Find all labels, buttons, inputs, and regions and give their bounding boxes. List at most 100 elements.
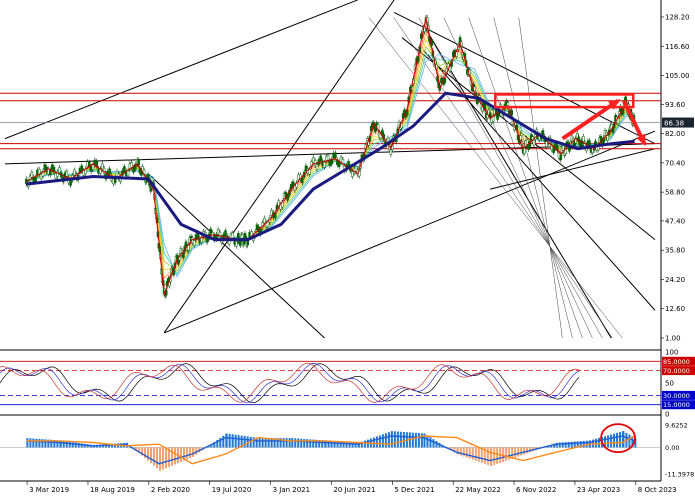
macd-bar — [66, 441, 68, 447]
candle-body — [390, 150, 392, 155]
date-tick-label: 8 Oct 2023 — [638, 486, 677, 494]
macd-bar — [29, 438, 31, 447]
macd-bar — [26, 438, 28, 447]
candle-body — [301, 178, 303, 183]
macd-bar — [150, 447, 152, 463]
macd-bar — [382, 434, 384, 447]
date-tick-label: 2 Feb 2020 — [151, 486, 190, 494]
candle-body — [232, 233, 234, 238]
candle-body — [31, 172, 33, 177]
macd-bar — [189, 447, 191, 458]
macd-bar — [286, 438, 288, 447]
macd-bar — [568, 442, 570, 448]
macd-bar — [32, 439, 34, 448]
macd-bar — [379, 435, 381, 447]
date-tick-label: 22 May 2022 — [455, 486, 501, 494]
macd-bar — [475, 447, 477, 460]
macd-bar — [429, 437, 431, 447]
macd-bar — [259, 438, 261, 447]
macd-bar — [502, 447, 504, 461]
candle-body — [193, 240, 195, 245]
macd-bar — [472, 447, 474, 459]
candle-body — [334, 153, 336, 158]
macd-bar — [394, 431, 396, 447]
macd-bar — [35, 439, 37, 448]
price-tick-label: 128.20 — [665, 14, 690, 22]
macd-bar — [403, 432, 405, 447]
macd-bar — [426, 435, 428, 447]
macd-bar — [391, 431, 393, 447]
macd-bar — [268, 438, 270, 447]
date-tick-label: 6 Nov 2022 — [516, 486, 556, 494]
price-tick-label: 1.00 — [665, 335, 681, 343]
rsi-tick-label: 50 — [665, 380, 674, 388]
macd-bar — [165, 447, 167, 468]
candle-body — [320, 156, 322, 161]
macd-bar — [619, 432, 621, 447]
chart-area: 10085.000070.00005030.000015.00000 9.625… — [0, 0, 695, 495]
candle-body — [338, 162, 340, 167]
candle-body — [109, 169, 111, 174]
macd-tick-label: 9.6252 — [665, 422, 688, 430]
macd-bar — [75, 443, 77, 448]
macd-bar — [460, 447, 462, 455]
macd-bar — [490, 447, 492, 466]
macd-bar — [235, 435, 237, 448]
candle-body — [66, 171, 68, 176]
macd-bar — [352, 442, 354, 447]
macd-bar — [520, 447, 522, 455]
date-tick-label: 23 Apr 2023 — [577, 486, 620, 494]
macd-bar — [487, 447, 489, 464]
date-tick-label: 20 Jun 2021 — [333, 486, 375, 494]
macd-bar — [463, 447, 465, 456]
price-tick-label: 93.60 — [665, 101, 685, 109]
macd-bar — [598, 438, 600, 448]
macd-bar — [397, 432, 399, 448]
macd-bar — [478, 447, 480, 461]
candle-body — [348, 161, 350, 166]
candle-body — [533, 140, 535, 145]
candle-body — [274, 213, 276, 218]
macd-bar — [69, 442, 71, 448]
macd-tick-label: -11.3978 — [665, 471, 694, 479]
macd-bar — [514, 447, 516, 457]
macd-bar — [171, 447, 173, 465]
macd-bar — [373, 437, 375, 447]
macd-bar — [400, 432, 402, 448]
macd-bar — [583, 441, 585, 448]
macd-bar — [222, 436, 224, 448]
macd-bar — [253, 437, 255, 447]
macd-bar — [72, 442, 74, 447]
macd-bar — [574, 442, 576, 448]
macd-bar — [186, 447, 188, 459]
rsi-tick-label: 0 — [665, 411, 669, 419]
date-tick-label: 19 Jul 2020 — [212, 486, 252, 494]
macd-bar — [291, 438, 293, 447]
candle-body — [70, 180, 72, 185]
price-tick-label: 35.80 — [665, 247, 685, 255]
candle-body — [560, 155, 562, 160]
macd-bar — [355, 443, 357, 448]
macd-bar — [229, 434, 231, 448]
macd-bar — [415, 433, 417, 448]
macd-bar — [526, 447, 528, 453]
macd-tick-label: 0.00 — [665, 444, 679, 452]
macd-bar — [432, 439, 434, 447]
candle-body — [523, 148, 525, 153]
candle-body — [309, 169, 311, 174]
price-tick-label: 47.40 — [665, 217, 685, 225]
macd-bar — [385, 433, 387, 447]
page-background — [0, 0, 695, 495]
macd-bar — [469, 447, 471, 458]
macd-bar — [244, 436, 246, 447]
macd-bar — [180, 447, 182, 461]
price-tick-label: 58.80 — [665, 189, 685, 197]
date-tick-label: 18 Aug 2019 — [90, 486, 135, 494]
macd-bar — [493, 447, 495, 465]
date-tick-label: 5 Dec 2021 — [394, 486, 434, 494]
macd-bar — [63, 441, 65, 448]
macd-bar — [412, 433, 414, 448]
candle-body — [287, 195, 289, 200]
macd-bar — [496, 447, 498, 464]
macd-bar — [289, 438, 291, 447]
